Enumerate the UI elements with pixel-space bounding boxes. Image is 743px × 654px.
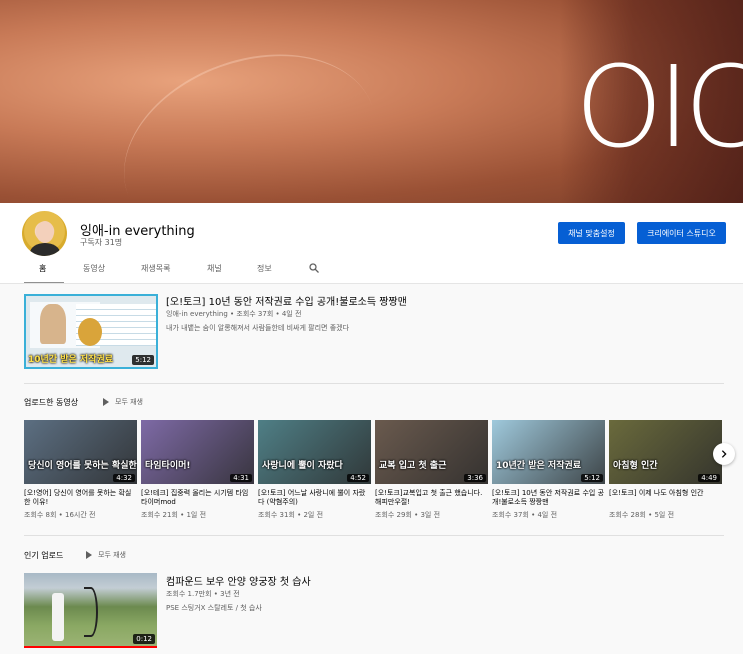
video-title[interactable]: [오!토크] 10년 동안 저작권료 수입 공개!불로소득 짱짱맨 bbox=[492, 489, 605, 507]
upload-video-card[interactable]: 사랑니에 뿔이 자랐다 4:52 [오!토크] 어느날 사랑니에 뿔이 자랐다 (약… bbox=[258, 420, 371, 520]
channel-avatar[interactable] bbox=[22, 211, 67, 256]
tab-home[interactable]: 홈 bbox=[39, 263, 46, 274]
channel-tabs: 홈 동영상 재생목록 채널 정보 bbox=[0, 260, 743, 284]
thumb-caption: 10년간 받은 저작권료 bbox=[28, 355, 114, 365]
popular-video-meta: 조회수 1.7만회 • 3년 전 bbox=[166, 590, 240, 598]
featured-video-thumbnail[interactable]: 10년간 받은 저작권료 5:12 bbox=[24, 294, 158, 369]
avatar-shirt bbox=[30, 243, 60, 256]
thumb-caption: 사랑니에 뿔이 자랐다 bbox=[262, 461, 343, 471]
section-divider bbox=[24, 535, 724, 536]
video-duration: 5:12 bbox=[581, 474, 603, 482]
popular-video-description: PSE 스팅거X 스탈레토 / 첫 습사 bbox=[166, 604, 262, 612]
video-duration: 4:52 bbox=[347, 474, 369, 482]
tab-videos[interactable]: 동영상 bbox=[83, 263, 105, 274]
banner-light-streak bbox=[97, 20, 403, 203]
thumb-caption: 타임타이머! bbox=[145, 461, 191, 471]
video-duration: 4:32 bbox=[113, 474, 135, 482]
video-title[interactable]: [오!토크] 어느날 사랑니에 뿔이 자랐다 (약혐주의) bbox=[258, 489, 371, 507]
video-thumbnail[interactable]: 10년간 받은 저작권료 5:12 bbox=[492, 420, 605, 484]
video-duration: 5:12 bbox=[132, 355, 154, 365]
video-duration: 3:36 bbox=[464, 474, 486, 482]
tab-about[interactable]: 정보 bbox=[257, 263, 272, 274]
video-title[interactable]: [오!영어] 당신이 영어를 못하는 확실한 이유! bbox=[24, 489, 137, 507]
video-title[interactable]: [오!토크]교복입고 첫 출근 했습니다. 해피만우절! bbox=[375, 489, 488, 507]
popular-section-title[interactable]: 인기 업로드 bbox=[24, 550, 63, 561]
video-duration: 4:49 bbox=[698, 474, 720, 482]
upload-video-card[interactable]: 당신이 영어를 못하는 확실한 이유 4:32 [오!영어] 당신이 영어를 못하는… bbox=[24, 420, 137, 520]
play-all-label: 모두 재생 bbox=[98, 551, 126, 559]
channel-banner: OIC bbox=[0, 0, 743, 203]
upload-video-card[interactable]: 10년간 받은 저작권료 5:12 [오!토크] 10년 동안 저작권료 수입 공개… bbox=[492, 420, 605, 520]
bow-icon bbox=[84, 587, 98, 637]
upload-video-card[interactable]: 타임타이머! 4:31 [오!테크] 집중력 올리는 시기템 타임타이머mod 조회수… bbox=[141, 420, 254, 520]
featured-video-description: 내가 내뱉는 숨이 알롱해져서 사람들한테 비싸게 팔리면 좋겠다 bbox=[166, 324, 350, 332]
video-duration: 0:12 bbox=[133, 634, 155, 644]
thumb-caption: 당신이 영어를 못하는 확실한 이유 bbox=[28, 461, 137, 471]
video-meta: 조회수 31회 • 2일 전 bbox=[258, 511, 324, 519]
upload-video-card[interactable]: 아침형 인간 4:49 [오!토크] 이제 나도 아침형 인간조회수 28회 • 5… bbox=[609, 420, 722, 520]
play-all-label: 모두 재생 bbox=[115, 398, 143, 406]
thumb-caption: 교복 입고 첫 출근 bbox=[379, 461, 447, 471]
video-title[interactable]: [오!토크] 이제 나도 아침형 인간 bbox=[609, 489, 722, 507]
banner-text: OIC bbox=[575, 43, 743, 173]
video-thumbnail[interactable]: 타임타이머! 4:31 bbox=[141, 420, 254, 484]
video-thumbnail[interactable]: 교복 입고 첫 출근 3:36 bbox=[375, 420, 488, 484]
avatar-face bbox=[36, 221, 54, 243]
thumb-caption: 아침형 인간 bbox=[613, 461, 658, 471]
tab-playlists[interactable]: 재생목록 bbox=[141, 263, 170, 274]
video-meta: 조회수 21회 • 1일 전 bbox=[141, 511, 207, 519]
featured-video-meta: 잉애-in everything • 조회수 37회 • 4일 전 bbox=[166, 310, 302, 318]
video-meta: 조회수 29회 • 3일 전 bbox=[375, 511, 441, 519]
thumb-archer bbox=[52, 593, 64, 641]
subscriber-count: 구독자 31명 bbox=[80, 238, 123, 247]
video-thumbnail[interactable]: 당신이 영어를 못하는 확실한 이유 4:32 bbox=[24, 420, 137, 484]
customize-channel-button[interactable]: 채널 맞춤설정 bbox=[558, 222, 625, 244]
chevron-right-icon bbox=[721, 450, 727, 458]
thumb-caption: 10년간 받은 저작권료 bbox=[496, 461, 582, 471]
channel-header: 잉애-in everything 구독자 31명 채널 맞춤설정 크리에이터 스… bbox=[0, 203, 743, 284]
money-bag-icon bbox=[78, 318, 102, 346]
video-thumbnail[interactable]: 사랑니에 뿔이 자랐다 4:52 bbox=[258, 420, 371, 484]
uploads-play-all[interactable]: 모두 재생 bbox=[103, 397, 143, 407]
video-title[interactable]: [오!테크] 집중력 올리는 시기템 타임타이머mod bbox=[141, 489, 254, 507]
play-all-icon bbox=[103, 398, 109, 406]
popular-play-all[interactable]: 모두 재생 bbox=[86, 550, 126, 560]
creator-studio-button[interactable]: 크리에이터 스튜디오 bbox=[637, 222, 726, 244]
popular-video-title[interactable]: 컴파운드 보우 안양 양궁장 첫 습사 bbox=[166, 573, 311, 588]
video-duration: 4:31 bbox=[230, 474, 252, 482]
watch-progress-bar bbox=[24, 646, 157, 648]
video-thumbnail[interactable]: 아침형 인간 4:49 bbox=[609, 420, 722, 484]
thumb-person bbox=[40, 304, 66, 344]
uploads-section-title[interactable]: 업로드한 동영상 bbox=[24, 397, 78, 408]
tab-channels[interactable]: 채널 bbox=[207, 263, 222, 274]
header-divider bbox=[0, 283, 743, 284]
play-all-icon bbox=[86, 551, 92, 559]
featured-video-title[interactable]: [오!토크] 10년 동안 저작권료 수입 공개!불로소득 짱짱맨 bbox=[166, 293, 407, 308]
video-meta: 조회수 8회 • 16시간 전 bbox=[24, 511, 96, 519]
upload-video-card[interactable]: 교복 입고 첫 출근 3:36 [오!토크]교복입고 첫 출근 했습니다. 해피만우… bbox=[375, 420, 488, 520]
section-divider bbox=[24, 383, 724, 384]
popular-video-thumbnail[interactable]: 0:12 bbox=[24, 573, 157, 648]
video-meta: 조회수 28회 • 5일 전 bbox=[609, 511, 675, 519]
shelf-next-button[interactable] bbox=[713, 443, 735, 465]
search-icon[interactable] bbox=[308, 262, 320, 274]
video-meta: 조회수 37회 • 4일 전 bbox=[492, 511, 558, 519]
